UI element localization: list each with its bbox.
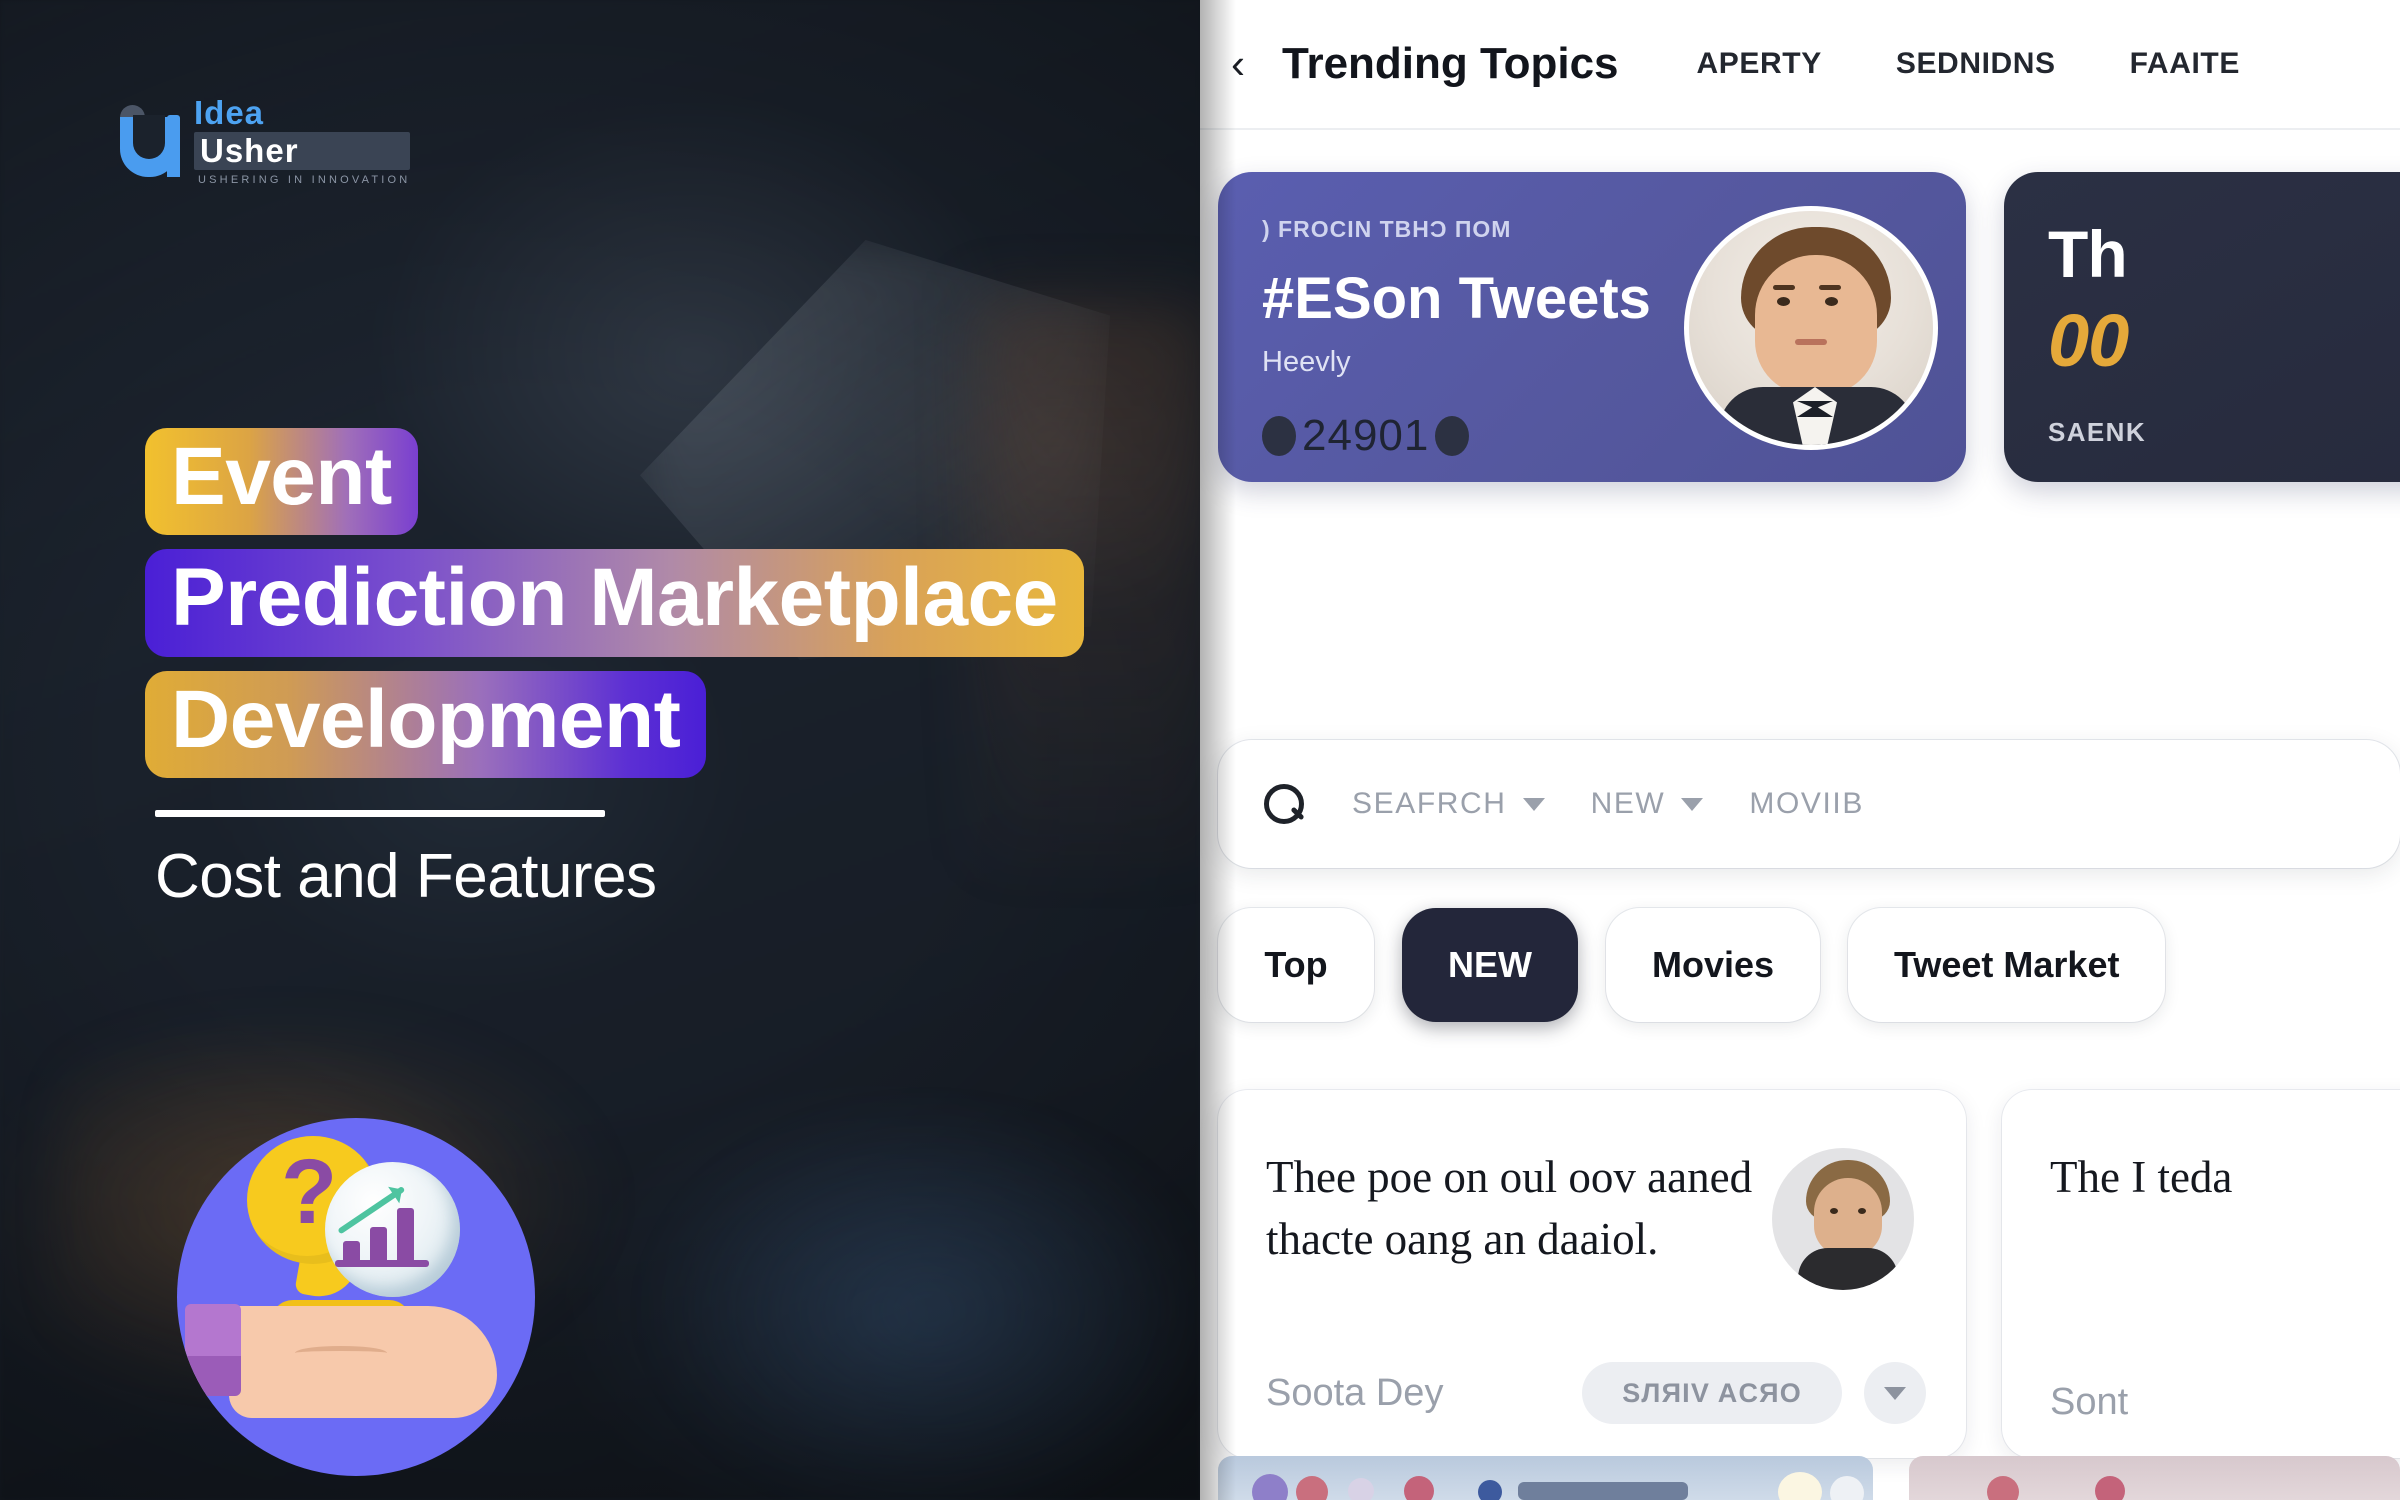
chip-new[interactable]: NEW [1402,908,1578,1022]
preview-blob [1404,1476,1434,1500]
trending-card-dark-line1: Th [2048,217,2128,291]
chevron-down-icon[interactable] [1522,797,1545,811]
list-item-author: Sont [2050,1381,2129,1423]
crystal-ball-icon [325,1162,460,1297]
preview-blob [1778,1472,1822,1500]
panel-edge-shadow [1200,0,1236,1500]
list-item-footer: Soota Dey ЅЛЯIV ACЯO [1266,1362,1926,1424]
headline-divider [155,809,605,817]
avatar-eye [1825,297,1838,306]
open-hand-icon [229,1306,497,1418]
chip-tweet-market[interactable]: Tweet Market [1848,908,2166,1022]
stat-dot-right [1435,416,1470,456]
screenshot-canvas: Idea Usher USHERING IN INNOVATION Event … [0,0,2400,1500]
avatar-mouth [1795,339,1827,345]
chart-bar [370,1227,387,1263]
header-tabs: APERTY SEDNIDNS FAAITE [1697,47,2240,81]
list-item[interactable]: Thee poe on oul oov aaned thacte oang an… [1218,1090,1966,1458]
brand-name-line2: Usher [200,132,299,169]
trending-card-dark-line2: 00 [2048,299,2129,382]
chevron-down-icon[interactable] [1681,797,1704,811]
chip-movies[interactable]: Movies [1606,908,1821,1022]
list-item-actions: ЅЛЯIV ACЯO [1582,1362,1926,1424]
preview-blob [2095,1476,2126,1500]
headline-pill-2: Prediction Marketplace [145,549,1084,657]
preview-blob [1478,1480,1502,1500]
logo-stem [167,115,180,177]
search-field-label: NEW [1590,787,1666,820]
tab-faaite[interactable]: FAAITE [2130,47,2240,81]
list-item-footer: Sont [2050,1381,2400,1424]
idea-usher-u-logo-icon [118,105,180,177]
bottom-preview-strip [1218,1456,2400,1500]
hero-panel: Idea Usher USHERING IN INNOVATION Event … [0,0,1200,1500]
list-item[interactable]: The I teda Sont [2002,1090,2400,1458]
list-item-text: The I teda [2050,1152,2233,1202]
status-badge[interactable]: ЅЛЯIV ACЯO [1582,1362,1842,1424]
brand-logo: Idea Usher USHERING IN INNOVATION [118,94,411,186]
hand-crease [295,1346,387,1360]
avatar-body [1798,1248,1898,1290]
hero-subtitle: Cost and Features [155,841,657,911]
headline-pill-3: Development [145,670,707,778]
brand-name-line1: Idea [194,94,265,131]
trending-card-primary[interactable]: ) FROCIN TBHƆ ПOM #ESon Tweets Heevly 24… [1218,172,1966,482]
chart-bar [397,1208,414,1263]
preview-thumbnail [1909,1456,2400,1500]
expand-button[interactable] [1864,1362,1926,1424]
avatar-face [1755,255,1877,395]
preview-blob [1830,1476,1864,1500]
search-icon[interactable] [1262,782,1306,826]
preview-blob [1252,1474,1288,1500]
man-in-tuxedo-avatar [1684,206,1938,450]
avatar-brow [1773,285,1795,290]
search-field-movies[interactable]: MOVIIB [1749,787,1864,821]
headline-pill-1: Event [145,428,418,536]
app-header: ‹ Trending Topics APERTY SEDNIDNS FAAITE [1200,0,2400,130]
tab-aperty[interactable]: APERTY [1697,47,1822,81]
page-title: Trending Topics [1282,39,1619,88]
chevron-down-icon [1884,1386,1906,1400]
list-item-author: Soota Dey [1266,1371,1444,1414]
trending-cards-row: ) FROCIN TBHƆ ПOM #ESon Tweets Heevly 24… [1218,172,2400,482]
preview-blob [1987,1476,2020,1500]
avatar-face [1814,1178,1882,1256]
tab-sednidns[interactable]: SEDNIDNS [1896,47,2056,81]
hero-headline: Event Prediction Marketplace Development… [145,428,1084,912]
search-bar[interactable]: SEAFRCH NEW MOVIIB [1218,740,2400,868]
trending-card-secondary[interactable]: Th 00 SAENK [2004,172,2400,482]
filter-chip-row: Top NEW Movies Tweet Market [1218,908,2166,1022]
crystal-ball-contents [325,1162,460,1297]
preview-blob [1348,1478,1374,1500]
avatar-eye [1830,1208,1838,1214]
preview-blob [1296,1476,1328,1500]
preview-thumbnail [1218,1456,1874,1500]
search-field-label: SEAFRCH [1352,787,1507,820]
search-field-query[interactable]: SEAFRCH [1352,787,1545,821]
chip-top[interactable]: Top [1218,908,1374,1022]
avatar-brow [1819,285,1841,290]
search-field-new[interactable]: NEW [1591,787,1704,821]
brand-wordmark: Idea Usher USHERING IN INNOVATION [194,94,411,186]
preview-bar [1518,1482,1688,1500]
sleeve-cuff-shadow [185,1356,241,1396]
avatar-eye [1777,297,1790,306]
stat-dot-left [1262,416,1296,456]
app-screenshot-panel: ‹ Trending Topics APERTY SEDNIDNS FAAITE… [1200,0,2400,1500]
search-field-label: MOVIIB [1749,787,1864,820]
hand-holding-crystal-ball-question-chart-icon: ? [177,1118,535,1476]
list-item-text: Thee poe on oul oov aaned thacte oang an… [1266,1152,1753,1265]
brand-tagline: USHERING IN INNOVATION [198,174,411,186]
trending-card-dark-footer: SAENK [2048,417,2147,447]
trending-card-stat-value: 24901 [1302,411,1430,460]
young-man-avatar [1772,1148,1914,1290]
content-list-row: Thee poe on oul oov aaned thacte oang an… [1218,1090,2400,1458]
chart-bar [343,1241,360,1263]
brand-name-line2-wrap: Usher [194,132,411,170]
avatar-eye [1858,1208,1866,1214]
